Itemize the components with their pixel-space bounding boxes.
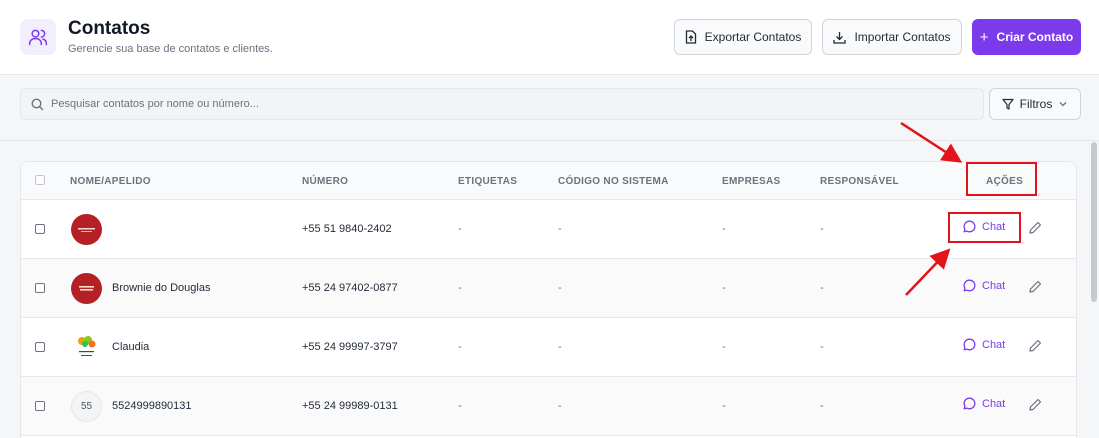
contact-companies: - (722, 223, 726, 235)
column-header-tags[interactable]: ETIQUETAS (458, 176, 517, 187)
export-contacts-button[interactable]: Exportar Contatos (674, 19, 812, 55)
pencil-icon (1029, 398, 1042, 411)
contact-number: +55 51 9840-2402 (302, 223, 392, 235)
contact-responsible: - (820, 341, 824, 353)
search-bar[interactable] (20, 88, 984, 120)
message-circle-icon (963, 397, 976, 410)
contact-number: +55 24 99989-0131 (302, 400, 398, 412)
contact-responsible: - (820, 223, 824, 235)
chevron-down-icon (1059, 102, 1067, 107)
contact-system-code: - (558, 400, 562, 412)
edit-button[interactable] (1029, 398, 1042, 416)
contact-name: Claudia (112, 341, 150, 353)
filters-button[interactable]: Filtros (989, 88, 1081, 120)
avatar (71, 273, 102, 304)
contact-tags: - (458, 341, 462, 353)
contact-number: +55 24 97402-0877 (302, 282, 398, 294)
contact-system-code: - (558, 223, 562, 235)
annotation-box-chat (948, 212, 1021, 243)
contact-number: +55 24 99997-3797 (302, 341, 398, 353)
contact-responsible: - (820, 400, 824, 412)
contact-companies: - (722, 282, 726, 294)
contact-tags: - (458, 400, 462, 412)
contact-tags: - (458, 282, 462, 294)
edit-button[interactable] (1029, 221, 1042, 239)
scrollbar[interactable] (1091, 142, 1097, 438)
scrollbar-thumb[interactable] (1091, 142, 1097, 302)
plus-icon: + (979, 28, 989, 46)
avatar (71, 214, 102, 245)
chat-label: Chat (982, 279, 1006, 292)
message-circle-icon (963, 279, 976, 292)
column-header-responsible[interactable]: RESPONSÁVEL (820, 176, 899, 187)
filters-label: Filtros (1019, 97, 1053, 111)
contacts-table: NOME/APELIDO NÚMERO ETIQUETAS CÓDIGO NO … (20, 161, 1077, 438)
contact-tags: - (458, 223, 462, 235)
import-contacts-button[interactable]: Importar Contatos (822, 19, 962, 55)
export-contacts-label: Exportar Contatos (704, 30, 802, 44)
contact-system-code: - (558, 341, 562, 353)
section-divider (0, 140, 1099, 141)
edit-button[interactable] (1029, 280, 1042, 298)
message-circle-icon (963, 338, 976, 351)
chat-label: Chat (982, 338, 1006, 351)
search-icon (31, 97, 44, 110)
file-export-icon (685, 30, 696, 44)
column-header-system-code[interactable]: CÓDIGO NO SISTEMA (558, 176, 669, 187)
search-input[interactable] (51, 98, 951, 110)
column-header-number[interactable]: NÚMERO (302, 176, 348, 187)
contact-system-code: - (558, 282, 562, 294)
contact-name: 5524999890131 (112, 400, 192, 412)
select-all-checkbox[interactable] (35, 175, 45, 185)
row-checkbox[interactable] (35, 224, 45, 234)
column-header-companies[interactable]: EMPRESAS (722, 176, 781, 187)
users-icon (20, 19, 56, 55)
page-header: Contatos Gerencie sua base de contatos e… (0, 0, 1099, 75)
avatar (71, 332, 102, 363)
contact-companies: - (722, 341, 726, 353)
page-title: Contatos (68, 18, 151, 39)
table-row[interactable]: 55 5524999890131 +55 24 99989-0131 - - -… (21, 377, 1076, 436)
create-contact-label: Criar Contato (996, 30, 1074, 44)
table-header: NOME/APELIDO NÚMERO ETIQUETAS CÓDIGO NO … (21, 162, 1076, 200)
pencil-icon (1029, 339, 1042, 352)
table-row[interactable]: +55 51 9840-2402 - - - - Chat (21, 200, 1076, 259)
pencil-icon (1029, 280, 1042, 293)
create-contact-button[interactable]: + Criar Contato (972, 19, 1081, 55)
row-checkbox[interactable] (35, 342, 45, 352)
import-contacts-label: Importar Contatos (854, 30, 951, 44)
row-checkbox[interactable] (35, 401, 45, 411)
table-row[interactable]: Brownie do Douglas +55 24 97402-0877 - -… (21, 259, 1076, 318)
contact-responsible: - (820, 282, 824, 294)
contact-name: Brownie do Douglas (112, 282, 211, 294)
contact-companies: - (722, 400, 726, 412)
edit-button[interactable] (1029, 339, 1042, 357)
row-checkbox[interactable] (35, 283, 45, 293)
table-row[interactable]: Claudia +55 24 99997-3797 - - - - Chat (21, 318, 1076, 377)
filter-icon (1002, 98, 1014, 110)
column-header-name[interactable]: NOME/APELIDO (70, 176, 151, 187)
avatar: 55 (71, 391, 102, 422)
pencil-icon (1029, 221, 1042, 234)
chat-button[interactable]: Chat (963, 279, 1005, 292)
annotation-box-actions (966, 162, 1037, 196)
chat-button[interactable]: Chat (963, 338, 1005, 351)
download-icon (833, 31, 847, 44)
chat-button[interactable]: Chat (963, 397, 1005, 410)
chat-label: Chat (982, 397, 1006, 410)
page-subtitle: Gerencie sua base de contatos e clientes… (68, 43, 273, 55)
